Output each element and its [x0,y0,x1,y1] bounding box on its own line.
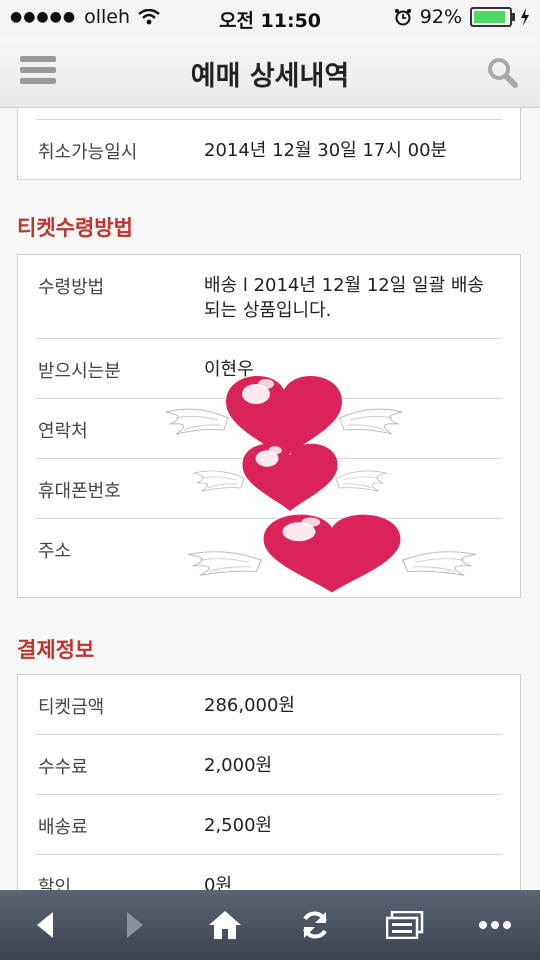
info-row: 배송료 2,500원 [36,795,502,855]
payment-info-card: 티켓금액 286,000원 수수료 2,000원 배송료 2,500원 할인 0… [17,674,521,890]
navigation-header: 예매 상세내역 [0,36,540,108]
info-row: 취소가능일시 2014년 12월 30일 17시 00분 [36,120,502,180]
refresh-button[interactable] [270,890,360,960]
row-value: 이현우 [204,359,254,380]
info-row: 받으시는분 이현우 [36,339,502,399]
row-label: 받으시는분 [38,361,121,382]
info-row: 주소 [36,519,502,599]
row-value: 배송 l 2014년 12월 12일 일괄 배송되는 상품입니다. [204,275,484,321]
row-label: 티켓금액 [38,697,105,718]
page-title: 예매 상세내역 [190,61,350,92]
ticket-method-card: 수령방법 배송 l 2014년 12월 12일 일괄 배송되는 상품입니다. 받… [17,254,521,598]
page-content[interactable]: 취소가능일시 2014년 12월 30일 17시 00분 티켓수령방법 수령방법… [0,108,540,890]
row-label: 연락처 [38,421,88,442]
battery-percent: 92% [419,6,462,28]
search-icon[interactable] [486,56,518,88]
info-row [36,108,502,120]
row-label: 주소 [38,541,72,562]
section-title-ticket: 티켓수령방법 [17,216,133,240]
charging-icon [521,8,529,26]
info-row: 할인 0원 [36,855,502,890]
home-icon [209,911,241,939]
section-title-payment: 결제정보 [17,638,95,662]
battery-icon [470,7,515,27]
row-label: 배송료 [38,817,88,838]
row-label: 수수료 [38,757,88,778]
info-row: 연락처 [36,399,502,459]
forward-arrow-icon [127,912,143,938]
back-arrow-icon [37,912,53,938]
more-dots-icon [479,921,511,929]
row-value: 2,000원 [204,755,273,776]
info-row: 수령방법 배송 l 2014년 12월 12일 일괄 배송되는 상품입니다. [36,255,502,339]
refresh-icon [303,911,327,939]
info-row: 티켓금액 286,000원 [36,675,502,735]
tabs-button[interactable] [360,890,450,960]
browser-toolbar [0,890,540,960]
row-label: 할인 [38,877,72,890]
row-label: 휴대폰번호 [38,481,121,502]
reservation-info-card: 취소가능일시 2014년 12월 30일 17시 00분 [17,108,521,180]
tabs-icon [386,911,424,939]
row-value: 2014년 12월 30일 17시 00분 [204,140,448,161]
row-label: 취소가능일시 [38,142,138,163]
info-row: 휴대폰번호 [36,459,502,519]
forward-button[interactable] [90,890,180,960]
row-value: 286,000원 [204,695,295,716]
more-button[interactable] [450,890,540,960]
home-button[interactable] [180,890,270,960]
row-value: 2,500원 [204,815,273,836]
back-button[interactable] [0,890,90,960]
alarm-icon [394,9,411,26]
row-label: 수령방법 [38,277,105,298]
row-value: 0원 [204,875,233,890]
status-bar: ●●●●● olleh 오전 11:50 92% [0,0,540,36]
info-row: 수수료 2,000원 [36,735,502,795]
